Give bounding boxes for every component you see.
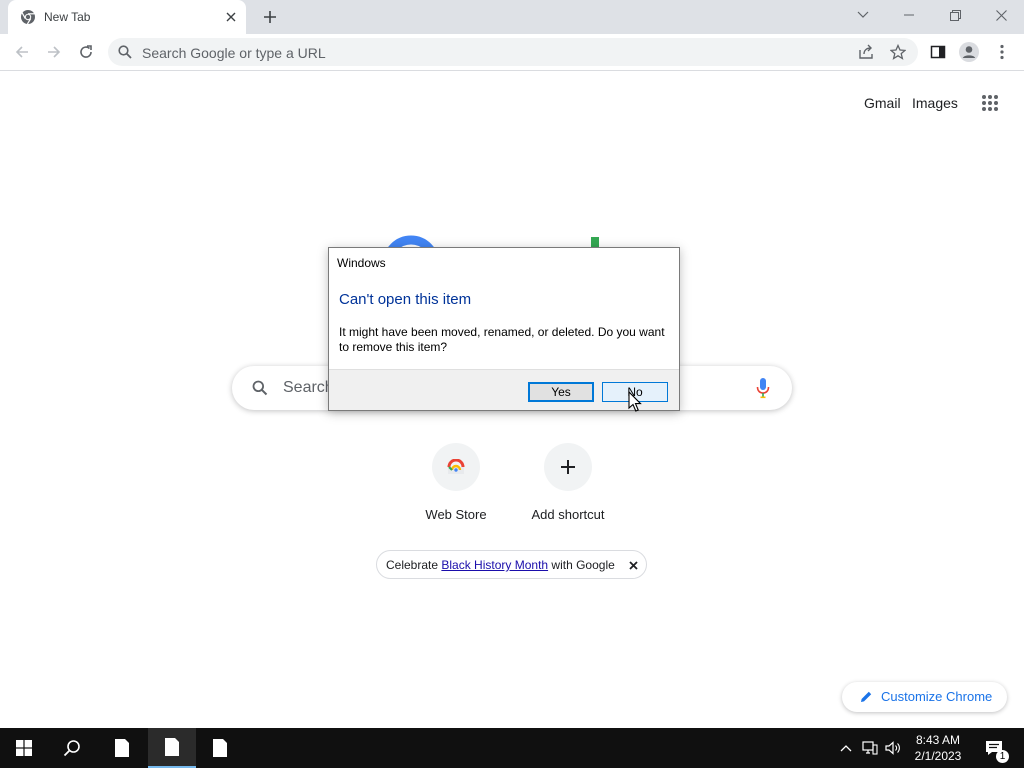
tab-new-tab[interactable]: New Tab (8, 0, 246, 34)
back-button[interactable] (9, 39, 35, 65)
tab-strip: New Tab (0, 0, 1024, 34)
gmail-link[interactable]: Gmail (864, 95, 901, 111)
search-icon (252, 380, 268, 396)
clock-time: 8:43 AM (915, 733, 961, 747)
search-icon (118, 45, 132, 59)
omnibox[interactable]: Search Google or type a URL (108, 38, 918, 66)
dialog-title: Windows (337, 256, 386, 270)
taskbar-app-1[interactable] (98, 728, 146, 768)
chrome-icon (21, 10, 35, 25)
arrow-left-icon (15, 46, 28, 58)
ntp-search-placeholder: Search (283, 379, 334, 396)
chevron-up-icon (840, 745, 852, 752)
forward-button[interactable] (41, 39, 67, 65)
shortcut-tile (544, 443, 592, 491)
dialog-heading: Can't open this item (339, 291, 472, 308)
restore-button[interactable] (932, 0, 978, 30)
kebab-menu-icon (1000, 44, 1004, 60)
promo-link[interactable]: Black History Month (441, 558, 548, 572)
customize-chrome-label: Customize Chrome (881, 689, 993, 704)
minimize-icon (904, 14, 914, 16)
bookmark-star-icon[interactable] (890, 44, 906, 60)
close-icon (995, 9, 1007, 21)
apps-grid-icon[interactable] (981, 94, 999, 112)
shortcut-web-store[interactable]: Web Store (400, 443, 512, 533)
mouse-pointer-icon (628, 391, 642, 412)
document-icon (213, 739, 227, 757)
clock-date: 2/1/2023 (914, 749, 962, 763)
search-icon (63, 740, 80, 757)
restore-icon (949, 9, 961, 21)
tray-chevron-up-icon[interactable] (838, 740, 854, 756)
avatar-icon (959, 42, 979, 62)
shortcut-tile (432, 443, 480, 491)
dialog-message: It might have been moved, renamed, or de… (339, 325, 665, 354)
tab-title: New Tab (44, 10, 91, 24)
taskbar: 8:43 AM 2/1/2023 1 (0, 728, 1024, 768)
side-panel-button[interactable] (925, 39, 951, 65)
toolbar: Search Google or type a URL (0, 34, 1024, 71)
microphone-icon[interactable] (756, 377, 770, 399)
close-icon (226, 12, 236, 22)
close-window-button[interactable] (978, 0, 1024, 30)
volume-icon[interactable] (885, 740, 901, 756)
shortcut-label: Add shortcut (531, 507, 605, 522)
menu-button[interactable] (989, 39, 1015, 65)
document-icon (115, 739, 129, 757)
start-button[interactable] (0, 728, 48, 768)
taskbar-clock[interactable]: 8:43 AM 2/1/2023 (906, 732, 970, 764)
network-icon[interactable] (862, 740, 878, 756)
promo-prefix: Celebrate (386, 558, 442, 572)
promo-chip: Celebrate Black History Month with Googl… (376, 550, 647, 579)
customize-chrome-button[interactable]: Customize Chrome (842, 682, 1007, 712)
taskbar-search-button[interactable] (48, 728, 96, 768)
chevron-down-icon (857, 11, 869, 18)
plus-icon (264, 11, 276, 23)
pencil-icon (861, 691, 872, 702)
shortcut-add[interactable]: Add shortcut (512, 443, 624, 533)
speaker-icon (885, 741, 900, 755)
minimize-button[interactable] (886, 0, 932, 30)
dialog-footer: Yes No (329, 369, 679, 410)
omnibox-placeholder: Search Google or type a URL (142, 45, 326, 61)
plus-icon (561, 460, 575, 474)
tab-search-button[interactable] (840, 0, 886, 30)
side-panel-icon (930, 45, 946, 59)
network-icon (862, 741, 878, 755)
yes-button[interactable]: Yes (528, 382, 594, 402)
promo-close-button[interactable] (626, 558, 640, 572)
taskbar-app-3[interactable] (196, 728, 244, 768)
share-icon[interactable] (858, 44, 874, 60)
shortcut-label: Web Store (425, 507, 487, 522)
document-icon (165, 738, 179, 756)
arrow-right-icon (48, 46, 61, 58)
images-link[interactable]: Images (912, 95, 958, 111)
new-tab-button[interactable] (259, 6, 281, 28)
reload-icon (80, 45, 92, 58)
windows-logo-icon (16, 740, 32, 756)
profile-button[interactable] (956, 39, 982, 65)
tab-close-button[interactable] (222, 8, 240, 26)
reload-button[interactable] (73, 39, 99, 65)
notification-count-badge: 1 (996, 750, 1009, 763)
close-icon (628, 560, 638, 570)
promo-suffix: with Google (548, 558, 615, 572)
promo-text: Celebrate Black History Month with Googl… (386, 558, 615, 572)
error-dialog: Windows Can't open this item It might ha… (328, 247, 680, 411)
taskbar-app-2[interactable] (148, 728, 196, 768)
webstore-icon (447, 459, 465, 474)
